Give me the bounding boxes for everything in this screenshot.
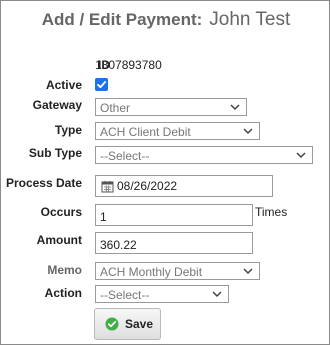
sub-type-selected-value: --Select-- bbox=[100, 149, 150, 163]
customer-name: John Test bbox=[209, 9, 291, 30]
type-selected-value: ACH Client Debit bbox=[100, 125, 191, 139]
chevron-down-icon bbox=[212, 291, 222, 298]
sub-type-select[interactable]: --Select-- bbox=[95, 146, 313, 164]
type-label: Type bbox=[54, 123, 82, 137]
occurs-suffix: Times bbox=[255, 205, 288, 219]
action-label: Action bbox=[44, 286, 82, 300]
occurs-label: Occurs bbox=[40, 205, 82, 219]
sub-type-label: Sub Type bbox=[28, 146, 82, 160]
type-select[interactable]: ACH Client Debit bbox=[95, 122, 260, 140]
active-checkbox[interactable] bbox=[95, 78, 108, 91]
process-date-label: Process Date bbox=[5, 176, 82, 190]
occurs-value: 1 bbox=[100, 210, 107, 224]
save-button[interactable]: Save bbox=[94, 308, 161, 340]
chevron-down-icon bbox=[230, 104, 240, 111]
amount-label: Amount bbox=[36, 233, 82, 247]
process-date-value: 08/26/2022 bbox=[117, 179, 178, 193]
chevron-down-icon bbox=[296, 152, 306, 159]
memo-label: Memo bbox=[47, 263, 82, 277]
payment-dialog: Add / Edit Payment: John Test ID 13078937… bbox=[0, 0, 330, 345]
chevron-down-icon bbox=[243, 128, 253, 135]
id-value: 1307893780 bbox=[95, 58, 162, 72]
action-selected-value: --Select-- bbox=[100, 288, 150, 302]
active-label: Active bbox=[45, 78, 82, 92]
calendar-icon bbox=[101, 180, 114, 192]
amount-value: 360.22 bbox=[100, 238, 137, 252]
memo-select[interactable]: ACH Monthly Debit bbox=[95, 262, 260, 280]
page-title: Add / Edit Payment: John Test bbox=[1, 9, 330, 31]
process-date-input[interactable]: 08/26/2022 bbox=[95, 175, 273, 197]
occurs-input[interactable]: 1 bbox=[95, 204, 253, 226]
check-circle-icon bbox=[105, 317, 119, 331]
memo-selected-value: ACH Monthly Debit bbox=[100, 265, 203, 279]
action-select[interactable]: --Select-- bbox=[95, 285, 229, 303]
title-label: Add / Edit Payment: bbox=[41, 10, 203, 29]
gateway-select[interactable]: Other bbox=[95, 98, 247, 116]
checkmark-icon bbox=[97, 81, 107, 89]
save-button-label: Save bbox=[125, 317, 154, 331]
chevron-down-icon bbox=[243, 268, 253, 275]
gateway-selected-value: Other bbox=[100, 101, 131, 115]
amount-input[interactable]: 360.22 bbox=[95, 232, 253, 254]
gateway-label: Gateway bbox=[32, 98, 82, 112]
